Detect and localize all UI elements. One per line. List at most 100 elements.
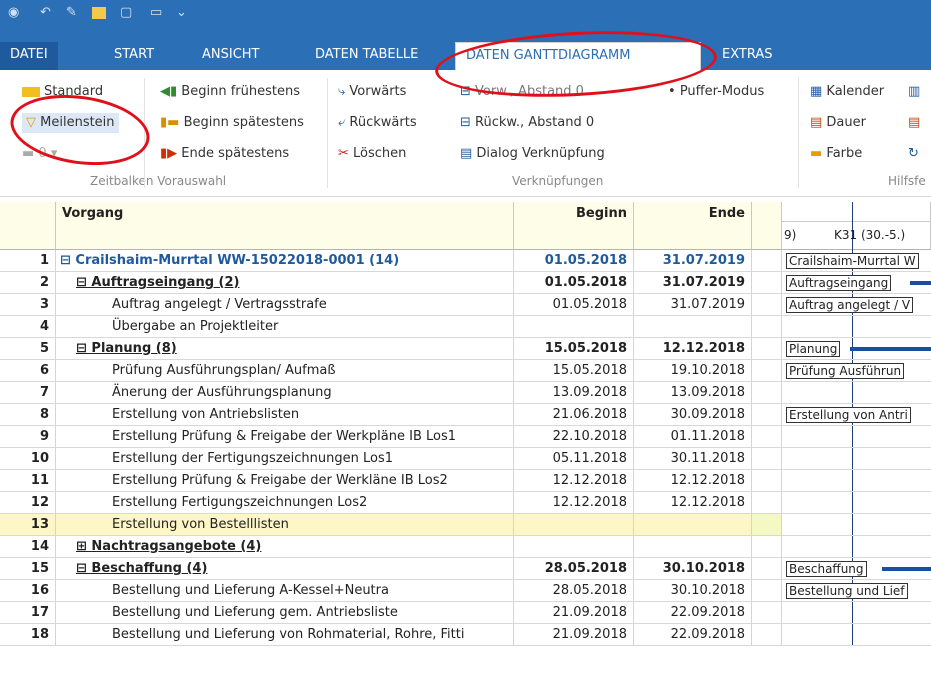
extra-cell[interactable] bbox=[752, 514, 782, 536]
table-row[interactable]: 8 Erstellung von Antriebslisten 21.06.2018… bbox=[0, 404, 931, 426]
extra-cell[interactable] bbox=[752, 448, 782, 470]
row-number[interactable]: 8 bbox=[0, 404, 56, 426]
ende-cell[interactable] bbox=[634, 514, 752, 536]
ende-cell[interactable]: 01.11.2018 bbox=[634, 426, 752, 448]
table-row[interactable]: 14 ⊞ Nachtragsangebote (4) bbox=[0, 536, 931, 558]
table-row[interactable]: 17 Bestellung und Lieferung gem. Antriebs… bbox=[0, 602, 931, 624]
task-name-cell[interactable]: Erstellung der Fertigungszeichnungen Los… bbox=[56, 448, 514, 470]
column-header-beginn[interactable]: Beginn bbox=[514, 202, 634, 250]
gantt-cell[interactable]: Planung bbox=[782, 338, 931, 360]
gantt-cell[interactable] bbox=[782, 536, 931, 558]
gantt-bar-label[interactable]: Auftrag angelegt / V bbox=[786, 297, 914, 313]
extra-cell[interactable] bbox=[752, 250, 782, 272]
extra-cell[interactable] bbox=[752, 602, 782, 624]
farbe-button[interactable]: ▬ Farbe bbox=[810, 144, 862, 164]
beginn-cell[interactable]: 15.05.2018 bbox=[514, 338, 634, 360]
table-row[interactable]: 9 Erstellung Prüfung & Freigabe der Werkp… bbox=[0, 426, 931, 448]
ende-cell[interactable]: 12.12.2018 bbox=[634, 338, 752, 360]
task-name-cell[interactable]: Erstellung von Antriebslisten bbox=[56, 404, 514, 426]
gantt-bar-label[interactable]: Prüfung Ausführun bbox=[786, 363, 905, 379]
extra-cell[interactable] bbox=[752, 294, 782, 316]
ende-cell[interactable]: 12.12.2018 bbox=[634, 492, 752, 514]
gantt-cell[interactable] bbox=[782, 448, 931, 470]
extra-cell[interactable] bbox=[752, 624, 782, 646]
table-row[interactable]: 12 Erstellung Fertigungszeichnungen Los2 1… bbox=[0, 492, 931, 514]
row-number[interactable]: 15 bbox=[0, 558, 56, 580]
beginn-cell[interactable]: 01.05.2018 bbox=[514, 294, 634, 316]
extra-icon[interactable]: ▤ bbox=[908, 113, 920, 133]
beginn-cell[interactable]: 28.05.2018 bbox=[514, 558, 634, 580]
row-number[interactable]: 11 bbox=[0, 470, 56, 492]
beginn-cell[interactable]: 22.10.2018 bbox=[514, 426, 634, 448]
gantt-cell[interactable] bbox=[782, 624, 931, 646]
tab-start[interactable]: START bbox=[104, 42, 164, 70]
app-icon[interactable]: ◉ bbox=[8, 5, 19, 21]
table-row[interactable]: 13 Erstellung von Bestelllisten bbox=[0, 514, 931, 536]
extra-cell[interactable] bbox=[752, 360, 782, 382]
row-number[interactable]: 18 bbox=[0, 624, 56, 646]
task-name-cell[interactable]: ⊟ Crailshaim-Murrtal WW-15022018-0001 (1… bbox=[56, 250, 514, 272]
beginn-cell[interactable]: 01.05.2018 bbox=[514, 250, 634, 272]
beginn-cell[interactable]: 21.09.2018 bbox=[514, 602, 634, 624]
ende-cell[interactable]: 30.10.2018 bbox=[634, 580, 752, 602]
gantt-bar-label[interactable]: Erstellung von Antri bbox=[786, 407, 911, 423]
gantt-summary-bar[interactable] bbox=[850, 347, 931, 351]
gantt-cell[interactable] bbox=[782, 426, 931, 448]
gantt-cell[interactable]: Prüfung Ausführun bbox=[782, 360, 931, 382]
column-header-ende[interactable]: Ende bbox=[634, 202, 752, 250]
task-name-cell[interactable]: Erstellung Fertigungszeichnungen Los2 bbox=[56, 492, 514, 514]
tab-extras[interactable]: EXTRAS bbox=[712, 42, 782, 70]
task-name-cell[interactable]: Erstellung von Bestelllisten bbox=[56, 514, 514, 536]
beginn-cell[interactable]: 21.09.2018 bbox=[514, 624, 634, 646]
ende-cell[interactable]: 30.09.2018 bbox=[634, 404, 752, 426]
table-row[interactable]: 11 Erstellung Prüfung & Freigabe der Werk… bbox=[0, 470, 931, 492]
task-name-cell[interactable]: Prüfung Ausführungsplan/ Aufmaß bbox=[56, 360, 514, 382]
gantt-cell[interactable] bbox=[782, 514, 931, 536]
table-row[interactable]: 7 Änerung der Ausführungsplanung 13.09.201… bbox=[0, 382, 931, 404]
gantt-bar-label[interactable]: Bestellung und Lief bbox=[786, 583, 908, 599]
table-row[interactable]: 18 Bestellung und Lieferung von Rohmateri… bbox=[0, 624, 931, 646]
table-row[interactable]: 15 ⊟ Beschaffung (4) 28.05.2018 30.10.2018 B… bbox=[0, 558, 931, 580]
ende-cell[interactable]: 31.07.2019 bbox=[634, 250, 752, 272]
beginn-cell[interactable] bbox=[514, 316, 634, 338]
beginn-cell[interactable]: 12.12.2018 bbox=[514, 470, 634, 492]
row-number[interactable]: 3 bbox=[0, 294, 56, 316]
task-name-cell[interactable]: ⊟ Planung (8) bbox=[56, 338, 514, 360]
row-number[interactable]: 4 bbox=[0, 316, 56, 338]
row-number[interactable]: 13 bbox=[0, 514, 56, 536]
rueckwaerts-button[interactable]: ⤶ Rückwärts bbox=[338, 113, 417, 133]
row-number[interactable]: 16 bbox=[0, 580, 56, 602]
gantt-cell[interactable]: Beschaffung bbox=[782, 558, 931, 580]
task-name-cell[interactable]: Erstellung Prüfung & Freigabe der Werklä… bbox=[56, 470, 514, 492]
extra-cell[interactable] bbox=[752, 316, 782, 338]
ende-cell[interactable]: 30.10.2018 bbox=[634, 558, 752, 580]
extra-cell[interactable] bbox=[752, 426, 782, 448]
vorwaerts-button[interactable]: ⤷ Vorwärts bbox=[338, 82, 406, 102]
gantt-cell[interactable] bbox=[782, 470, 931, 492]
task-name-cell[interactable]: Bestellung und Lieferung von Rohmaterial… bbox=[56, 624, 514, 646]
row-number[interactable]: 5 bbox=[0, 338, 56, 360]
beginn-cell[interactable]: 12.12.2018 bbox=[514, 492, 634, 514]
beginn-cell[interactable]: 05.11.2018 bbox=[514, 448, 634, 470]
extra-cell[interactable] bbox=[752, 470, 782, 492]
task-name-cell[interactable]: ⊟ Auftragseingang (2) bbox=[56, 272, 514, 294]
kalender-button[interactable]: ▦ Kalender bbox=[810, 82, 884, 102]
row-number[interactable]: 6 bbox=[0, 360, 56, 382]
row-number[interactable]: 9 bbox=[0, 426, 56, 448]
beginn-spaetestens-button[interactable]: ▮▬ Beginn spätestens bbox=[160, 113, 304, 133]
extra-cell[interactable] bbox=[752, 492, 782, 514]
beginn-cell[interactable]: 21.06.2018 bbox=[514, 404, 634, 426]
ende-cell[interactable]: 22.09.2018 bbox=[634, 602, 752, 624]
extra-icon[interactable]: ▥ bbox=[908, 82, 920, 102]
gantt-cell[interactable]: Bestellung und Lief bbox=[782, 580, 931, 602]
table-row[interactable]: 1 ⊟ Crailshaim-Murrtal WW-15022018-0001 (… bbox=[0, 250, 931, 272]
task-name-cell[interactable]: Bestellung und Lieferung A-Kessel+Neutra bbox=[56, 580, 514, 602]
redo-icon[interactable]: ✎ bbox=[66, 5, 77, 21]
gantt-cell[interactable] bbox=[782, 316, 931, 338]
beginn-fruehestens-button[interactable]: ◀▮ Beginn frühestens bbox=[160, 82, 300, 102]
beginn-cell[interactable] bbox=[514, 536, 634, 558]
undo-icon[interactable]: ↶ bbox=[40, 5, 51, 21]
tab-ansicht[interactable]: ANSICHT bbox=[192, 42, 270, 70]
gantt-bar-label[interactable]: Auftragseingang bbox=[786, 275, 892, 291]
gantt-bar-label[interactable]: Planung bbox=[786, 341, 841, 357]
